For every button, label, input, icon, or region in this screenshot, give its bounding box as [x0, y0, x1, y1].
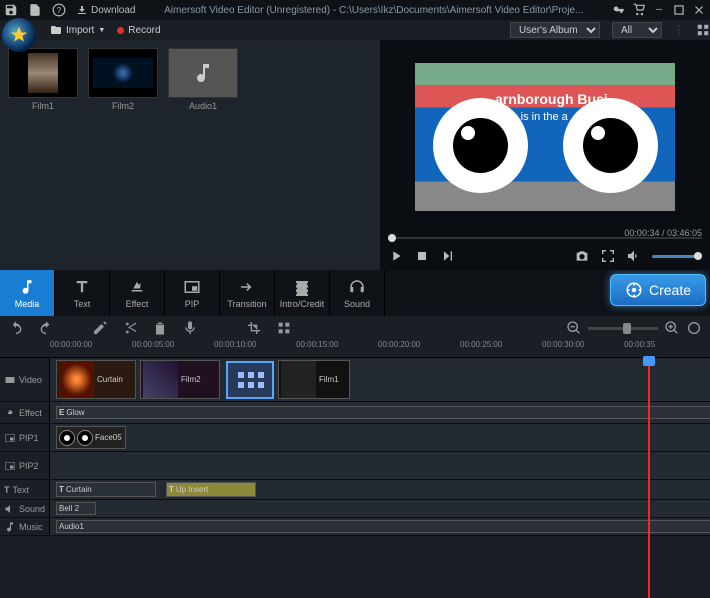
delete-icon[interactable]: [152, 320, 168, 336]
record-button[interactable]: Record: [117, 25, 160, 36]
track-effect: Effect EGlow: [0, 402, 710, 424]
fullscreen-icon[interactable]: [600, 248, 616, 264]
zoom-in-icon[interactable]: [664, 320, 680, 336]
library-toolbar: Import ▼ Record User's Album All ⋮: [0, 20, 710, 40]
create-button[interactable]: Create: [610, 274, 706, 306]
mosaic-icon[interactable]: [276, 320, 292, 336]
track-pip2: PIP2: [0, 452, 710, 480]
save-icon[interactable]: [4, 3, 18, 17]
tab-pip[interactable]: PIP: [165, 270, 220, 316]
window-title: Aimersoft Video Editor (Unregistered) - …: [143, 5, 604, 16]
import-button[interactable]: Import ▼: [50, 24, 105, 36]
stop-icon[interactable]: [414, 248, 430, 264]
zoom-fit-icon[interactable]: [686, 320, 702, 336]
clip-face05[interactable]: Face05: [56, 426, 126, 449]
voiceover-icon[interactable]: [182, 320, 198, 336]
grid-view-icon[interactable]: [696, 23, 710, 37]
zoom-slider[interactable]: [588, 327, 658, 330]
tab-text[interactable]: Text: [55, 270, 110, 316]
timeline-toolbar: [0, 316, 710, 340]
app-logo: [2, 18, 36, 52]
time-display: 00:00:34 / 03:46:05: [624, 228, 702, 238]
filter-select[interactable]: All: [612, 22, 662, 38]
library-item-audio1[interactable]: Audio1: [168, 48, 238, 111]
edit-icon[interactable]: [92, 320, 108, 336]
clip-text-upinsert[interactable]: TUp Insert: [166, 482, 256, 497]
record-dot-icon: [117, 27, 124, 34]
tab-intro[interactable]: Intro/Credit: [275, 270, 330, 316]
zoom-out-icon[interactable]: [566, 320, 582, 336]
timeline-ruler[interactable]: 00:00:00:00 00:00:05:00 00:00:10:00 00:0…: [0, 340, 710, 358]
undo-icon[interactable]: [8, 320, 24, 336]
close-icon[interactable]: [692, 3, 706, 17]
clip-film1[interactable]: Film1: [278, 360, 350, 399]
tab-bar: Media Text Effect PIP Transition Intro/C…: [0, 270, 385, 316]
maximize-icon[interactable]: [672, 3, 686, 17]
media-library: Film1 Film2 Audio1: [0, 40, 380, 270]
snapshot-icon[interactable]: [574, 248, 590, 264]
minimize-icon[interactable]: —: [652, 3, 666, 17]
track-sound: Sound Bell 2: [0, 500, 710, 518]
library-item-film1[interactable]: Film1: [8, 48, 78, 111]
clip-audio1[interactable]: Audio1: [56, 520, 710, 533]
play-icon[interactable]: [388, 248, 404, 264]
help-icon[interactable]: ?: [52, 3, 66, 17]
playhead[interactable]: [648, 358, 650, 598]
preview-panel: arnborough Busi cess is in the a 00:00:3…: [380, 40, 710, 270]
track-music: Music Audio1: [0, 518, 710, 536]
cart-icon[interactable]: [632, 3, 646, 17]
document-icon[interactable]: [28, 3, 42, 17]
tab-media[interactable]: Media: [0, 270, 55, 316]
clip-text-curtain[interactable]: TCurtain: [56, 482, 156, 497]
crop-icon[interactable]: [246, 320, 262, 336]
redo-icon[interactable]: [38, 320, 54, 336]
clip-film2[interactable]: Film2: [140, 360, 220, 399]
eyes-graphic: [415, 98, 675, 193]
download-button[interactable]: Download: [76, 4, 135, 16]
titlebar: ? Download Aimersoft Video Editor (Unreg…: [0, 0, 710, 20]
clip-transition[interactable]: [226, 361, 274, 399]
clip-bell2[interactable]: Bell 2: [56, 502, 96, 515]
preview-video[interactable]: arnborough Busi cess is in the a: [380, 40, 710, 234]
tab-sound[interactable]: Sound: [330, 270, 385, 316]
track-video: Video Curtain Film2 Film1: [0, 358, 710, 402]
album-select[interactable]: User's Album: [510, 22, 600, 38]
clip-curtain[interactable]: Curtain: [56, 360, 136, 399]
library-item-film2[interactable]: Film2: [88, 48, 158, 111]
volume-icon[interactable]: [626, 248, 642, 264]
tab-transition[interactable]: Transition: [220, 270, 275, 316]
tab-effect[interactable]: Effect: [110, 270, 165, 316]
key-icon[interactable]: [612, 3, 626, 17]
cut-icon[interactable]: [122, 320, 138, 336]
track-text: TText TCurtain TUp Insert: [0, 480, 710, 500]
svg-text:?: ?: [57, 6, 62, 15]
timeline: 00:00:00:00 00:00:05:00 00:00:10:00 00:0…: [0, 340, 710, 536]
track-pip1: PIP1 Face05: [0, 424, 710, 452]
step-icon[interactable]: [440, 248, 456, 264]
clip-glow[interactable]: EGlow: [56, 406, 710, 419]
volume-slider[interactable]: [652, 255, 702, 258]
